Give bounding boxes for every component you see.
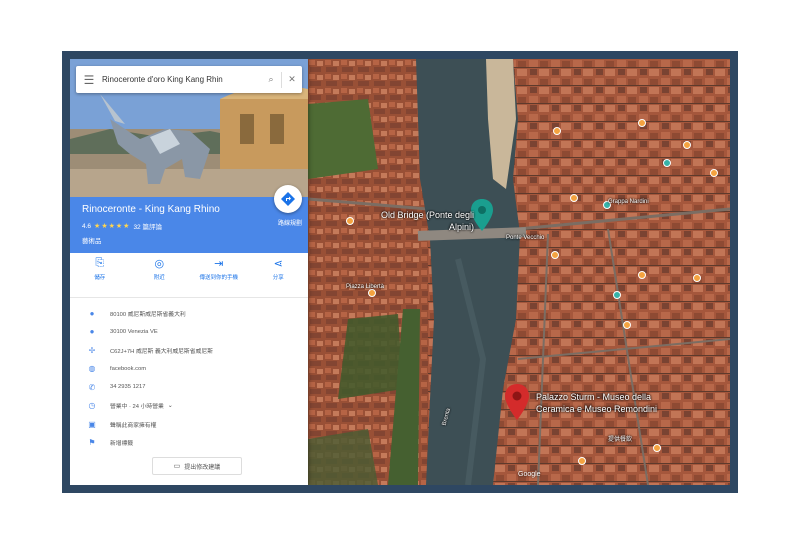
- info-text: 聲稱此商家擁有權: [110, 422, 157, 429]
- clock-icon: ◷: [88, 401, 96, 411]
- rating-value: 4.6: [82, 222, 92, 230]
- poi-marker[interactable]: [613, 291, 621, 299]
- bridge-pin[interactable]: [471, 199, 493, 236]
- send-to-phone-button[interactable]: ⇥ 傳送到你的手機: [192, 257, 246, 297]
- poi-marker[interactable]: [553, 127, 561, 135]
- close-icon[interactable]: ✕: [282, 74, 302, 85]
- star-rating-icon: ★★★★★: [94, 223, 131, 230]
- poi-marker[interactable]: [638, 271, 646, 279]
- action-label: 儲存: [94, 275, 106, 281]
- info-text: 30100 Venezia VE: [110, 328, 158, 335]
- flag-icon: ⚑: [88, 438, 96, 448]
- poi-marker[interactable]: [693, 274, 701, 282]
- place-title: Rinoceronte - King Kang Rhino: [82, 204, 220, 215]
- add-label-row[interactable]: ⚑ 新增標籤: [70, 434, 308, 453]
- suggest-edit-label: 提出修改建議: [184, 464, 221, 471]
- place-header: Rinoceronte - King Kang Rhino 4.6 ★★★★★ …: [70, 185, 308, 253]
- share-button[interactable]: ⋖ 分享: [251, 257, 305, 297]
- poi-marker[interactable]: [663, 159, 671, 167]
- poi-marker[interactable]: [570, 194, 578, 202]
- poi-marker[interactable]: [551, 251, 559, 259]
- address-row[interactable]: ● 80100 威尼斯威尼斯省義大利: [70, 304, 308, 323]
- map-label: 提供餐飲: [608, 437, 633, 443]
- directions-button[interactable]: [274, 185, 302, 213]
- save-button[interactable]: ⎘ 儲存: [73, 257, 127, 297]
- phone-icon: ✆: [88, 382, 96, 392]
- poi-marker[interactable]: [346, 217, 354, 225]
- action-label: 傳送到你的手機: [199, 275, 238, 281]
- directions-icon: [281, 192, 295, 206]
- directions-label[interactable]: 路線規劃: [278, 218, 302, 227]
- search-input[interactable]: Rinoceronte d'oro King Kang Rhin: [102, 75, 261, 84]
- place-category[interactable]: 藝術品: [82, 235, 102, 245]
- info-text: 營業中 · 24 小時營業: [110, 404, 164, 411]
- map-label: Piazza Libertà: [346, 284, 385, 290]
- action-label: 分享: [272, 275, 284, 281]
- address-row[interactable]: ● 30100 Venezia VE: [70, 323, 308, 342]
- info-text: C62J+7H 威尼斯 義大利威尼斯省威尼斯: [110, 348, 213, 355]
- maps-screen: Ponte Vecchio Piazza Libertà Grappa Nard…: [70, 59, 730, 485]
- poi-marker[interactable]: [710, 169, 718, 177]
- share-icon: ⋖: [273, 258, 283, 270]
- plus-code-icon: ✢: [88, 345, 96, 355]
- search-icon[interactable]: ⌕: [261, 74, 281, 85]
- poi-marker[interactable]: [623, 321, 631, 329]
- edit-icon: ▭: [173, 463, 181, 470]
- action-label: 附近: [153, 275, 165, 281]
- rating-row: 4.6 ★★★★★ 32 篇評論: [82, 221, 162, 232]
- verified-icon: ▣: [88, 419, 96, 429]
- museum-pin[interactable]: [505, 384, 529, 425]
- place-photo[interactable]: ☰ Rinoceronte d'oro King Kang Rhin ⌕ ✕: [70, 59, 308, 197]
- menu-icon[interactable]: ☰: [76, 73, 102, 87]
- chevron-down-icon[interactable]: ⌄: [168, 402, 173, 409]
- info-text: 新增標籤: [110, 441, 134, 448]
- museum-label: Palazzo Sturm - Museo della Ceramica e M…: [536, 392, 658, 414]
- map-label: Ponte Vecchio: [506, 235, 545, 241]
- red-pin-icon: [505, 384, 529, 420]
- send-to-phone-icon: ⇥: [214, 258, 224, 270]
- place-panel: ☰ Rinoceronte d'oro King Kang Rhin ⌕ ✕ R…: [70, 59, 308, 485]
- poi-marker[interactable]: [653, 444, 661, 452]
- poi-marker[interactable]: [683, 141, 691, 149]
- info-text: facebook.com: [110, 365, 147, 372]
- place-info-list: ● 80100 威尼斯威尼斯省義大利 ● 30100 Venezia VE ✢ …: [70, 304, 308, 452]
- website-row[interactable]: ◍ facebook.com: [70, 360, 308, 379]
- poi-marker[interactable]: [638, 119, 646, 127]
- suggest-edit-button[interactable]: ▭ 提出修改建議: [152, 457, 242, 475]
- google-attribution: Google: [518, 471, 541, 478]
- poi-marker[interactable]: [578, 457, 586, 465]
- location-pin-icon: ●: [89, 308, 95, 318]
- bridge-label: Old Bridge (Ponte degli Alpini): [380, 210, 474, 232]
- poi-marker[interactable]: [368, 289, 376, 297]
- search-box[interactable]: ☰ Rinoceronte d'oro King Kang Rhin ⌕ ✕: [76, 66, 302, 93]
- bookmark-icon: ⎘: [95, 257, 105, 269]
- action-bar: ⎘ 儲存 ◎ 附近 ⇥ 傳送到你的手機 ⋖ 分享: [70, 257, 308, 298]
- nearby-icon: ◎: [154, 258, 165, 270]
- plus-code-row[interactable]: ✢ C62J+7H 威尼斯 義大利威尼斯省威尼斯: [70, 341, 308, 360]
- outer-frame: Ponte Vecchio Piazza Libertà Grappa Nard…: [62, 51, 738, 493]
- map-label: Grappa Nardini: [608, 199, 649, 205]
- location-pin-icon: ●: [89, 327, 95, 337]
- review-count[interactable]: 32 篇評論: [133, 221, 162, 231]
- phone-row[interactable]: ✆ 34 2935 1217: [70, 378, 308, 397]
- satellite-map[interactable]: Ponte Vecchio Piazza Libertà Grappa Nard…: [307, 59, 730, 485]
- info-text: 80100 威尼斯威尼斯省義大利: [110, 311, 186, 318]
- info-text: 34 2935 1217: [110, 384, 146, 391]
- hours-row[interactable]: ◷ 營業中 · 24 小時營業 ⌄: [70, 397, 308, 416]
- globe-icon: ◍: [88, 364, 96, 374]
- nearby-button[interactable]: ◎ 附近: [132, 257, 186, 297]
- claim-business-row[interactable]: ▣ 聲稱此商家擁有權: [70, 415, 308, 434]
- teal-pin-icon: [471, 199, 493, 231]
